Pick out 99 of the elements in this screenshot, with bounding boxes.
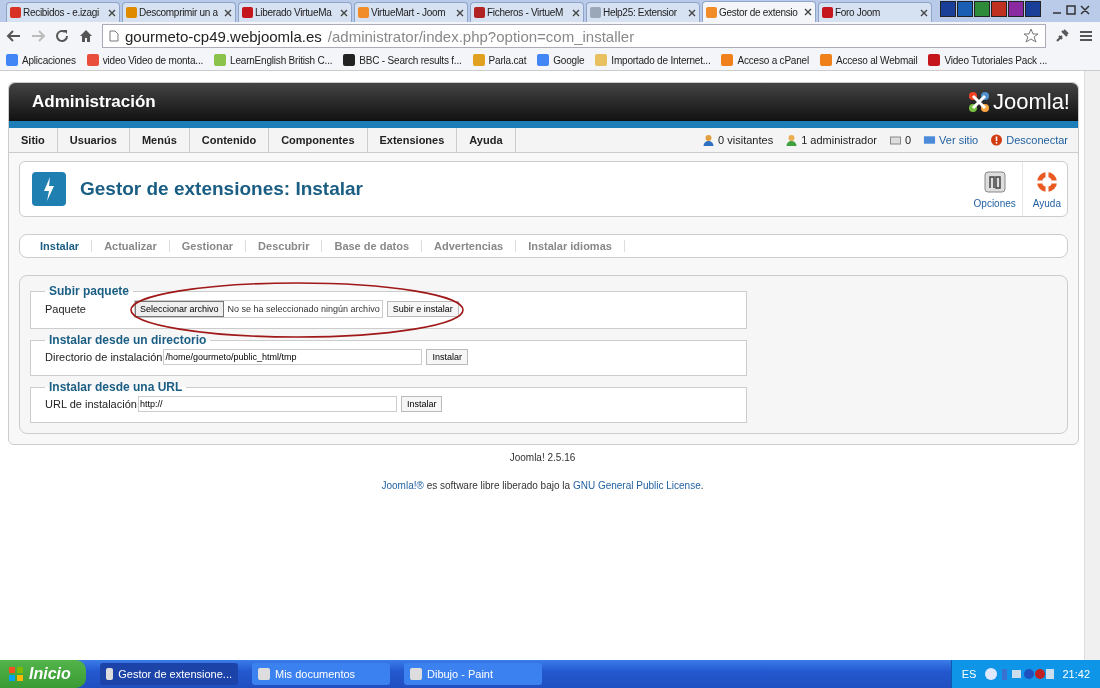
star-icon[interactable]: [1023, 28, 1039, 44]
browser-tab[interactable]: VirtueMart - Joom: [354, 2, 468, 22]
input-field[interactable]: /home/gourmeto/public_html/tmp: [163, 349, 423, 365]
message-icon: [888, 134, 902, 146]
app-icon[interactable]: [991, 1, 1007, 17]
users-icon: [702, 134, 716, 146]
browser-tab[interactable]: Help25: Extensior: [586, 2, 700, 22]
status-text: 0: [904, 134, 912, 146]
lifebuoy-icon: [1034, 169, 1059, 194]
period-text: .: [700, 480, 704, 491]
close-icon[interactable]: [572, 8, 580, 17]
bookmark-item[interactable]: Parla.cat: [472, 54, 527, 66]
bookmark-item[interactable]: Acceso a cPanel: [721, 54, 809, 66]
status-text: 0 visitantes: [718, 134, 774, 146]
bookmark-item[interactable]: Google: [537, 54, 585, 66]
app-icon[interactable]: [957, 1, 973, 17]
input-field[interactable]: http://: [137, 396, 397, 412]
bookmark-item[interactable]: Importado de Internet...: [595, 54, 711, 66]
menu-icon[interactable]: [1078, 28, 1094, 44]
bookmark-item[interactable]: Video Tutoriales Pack ...: [928, 54, 1048, 66]
app-icon: [106, 668, 114, 680]
subtab[interactable]: Gestionar: [169, 240, 247, 252]
browser-tab[interactable]: Foro Joom: [818, 2, 932, 22]
subtab[interactable]: Instalar: [28, 240, 93, 252]
app-icon: [410, 668, 422, 680]
app-icon[interactable]: [974, 1, 990, 17]
extension-icon[interactable]: [1054, 28, 1070, 44]
page-title: Gestor de extensiones: Instalar: [80, 178, 363, 200]
status-link[interactable]: Desconectar: [1006, 134, 1068, 146]
tray-icons-icon: [984, 667, 1055, 681]
joomla-link[interactable]: Joomla!®: [381, 480, 424, 491]
close-icon[interactable]: [108, 8, 116, 17]
choose-file-button[interactable]: Seleccionar archivo: [135, 301, 224, 317]
window-controls-icon[interactable]: [1051, 3, 1091, 17]
address-field[interactable]: gourmeto-cp49.webjoomla.es /administrator/index.php?option=com_installer: [102, 24, 1046, 48]
close-icon[interactable]: [224, 8, 232, 17]
menu-item[interactable]: Extensiones: [367, 128, 458, 152]
lightning-icon: [32, 172, 66, 206]
field-label: URL de instalación: [45, 398, 137, 410]
subtab[interactable]: Base de datos: [322, 240, 423, 252]
subtab[interactable]: Advertencias: [422, 240, 517, 252]
monitor-icon: [923, 134, 937, 146]
status-text: 1 administrador: [801, 134, 877, 146]
version-text: Joomla! 2.5.16: [508, 452, 577, 463]
bookmark-item[interactable]: video Video de monta...: [86, 54, 204, 66]
close-icon[interactable]: [804, 8, 812, 16]
menu-item[interactable]: Menús: [129, 128, 190, 152]
close-icon[interactable]: [456, 8, 464, 17]
users-icon: [785, 134, 799, 146]
clock: 21:42: [1062, 668, 1090, 680]
windows-flag-icon: [8, 666, 24, 682]
field-label: Paquete: [45, 303, 86, 315]
menu-item[interactable]: Componentes: [269, 128, 368, 152]
browser-tab[interactable]: Gestor de extensio: [702, 1, 816, 22]
install-button[interactable]: Instalar: [400, 396, 443, 412]
browser-tab[interactable]: Recibidos - e.izagi: [6, 2, 120, 22]
toolbar-button[interactable]: Opciones: [963, 162, 1022, 216]
toolbar-button[interactable]: Ayuda: [1021, 162, 1067, 216]
subtab[interactable]: Actualizar: [92, 240, 170, 252]
field-label: Directorio de instalación: [45, 351, 163, 363]
options-icon: [982, 169, 1007, 194]
taskbar-button[interactable]: Mis documentos: [252, 663, 390, 685]
menu-item[interactable]: Ayuda: [457, 128, 516, 152]
section-legend: Subir paquete: [45, 284, 133, 298]
browser-tab[interactable]: Liberado VirtueMa: [238, 2, 352, 22]
file-status: No se ha seleccionado ningún archivo: [227, 304, 380, 314]
status-link[interactable]: Ver sitio: [939, 134, 979, 146]
bookmark-item[interactable]: Acceso al Webmail: [819, 54, 918, 66]
subtab[interactable]: Instalar idiomas: [516, 240, 625, 252]
logo-text: Joomla!: [992, 89, 1070, 115]
license-text: es software libre liberado bajo la: [426, 480, 571, 491]
reload-icon[interactable]: [54, 28, 70, 44]
taskbar-button[interactable]: Gestor de extensione...: [100, 663, 238, 685]
logo-icon: [966, 90, 991, 114]
close-icon[interactable]: [340, 8, 348, 17]
bookmark-item[interactable]: BBC - Search results f...: [343, 54, 462, 66]
home-icon[interactable]: [78, 28, 94, 44]
bookmark-item[interactable]: LearnEnglish British C...: [214, 54, 333, 66]
page-icon: [109, 30, 119, 42]
browser-tab[interactable]: Descomprimir un a: [122, 2, 236, 22]
install-button[interactable]: Instalar: [426, 349, 468, 365]
bookmark-item[interactable]: Aplicaciones: [6, 54, 76, 66]
section-legend: Instalar desde una URL: [45, 380, 187, 394]
scrollbar[interactable]: [1084, 71, 1100, 660]
taskbar-button[interactable]: Dibujo - Paint: [404, 663, 542, 685]
alert-icon: [990, 134, 1004, 146]
upload-button[interactable]: Subir e instalar: [386, 301, 459, 317]
subtab[interactable]: Descubrir: [246, 240, 323, 252]
license-link[interactable]: GNU General Public License: [572, 480, 701, 491]
menu-item[interactable]: Usuarios: [57, 128, 130, 152]
app-icon: [258, 668, 270, 680]
close-icon[interactable]: [688, 8, 696, 17]
menu-item[interactable]: Sitio: [9, 128, 58, 152]
section-legend: Instalar desde un directorio: [45, 333, 211, 347]
menu-item[interactable]: Contenido: [189, 128, 270, 152]
browser-tab[interactable]: Ficheros - VirtueM: [470, 2, 584, 22]
header-title: Administración: [32, 92, 156, 112]
back-icon[interactable]: [6, 28, 22, 44]
close-icon[interactable]: [920, 8, 928, 17]
